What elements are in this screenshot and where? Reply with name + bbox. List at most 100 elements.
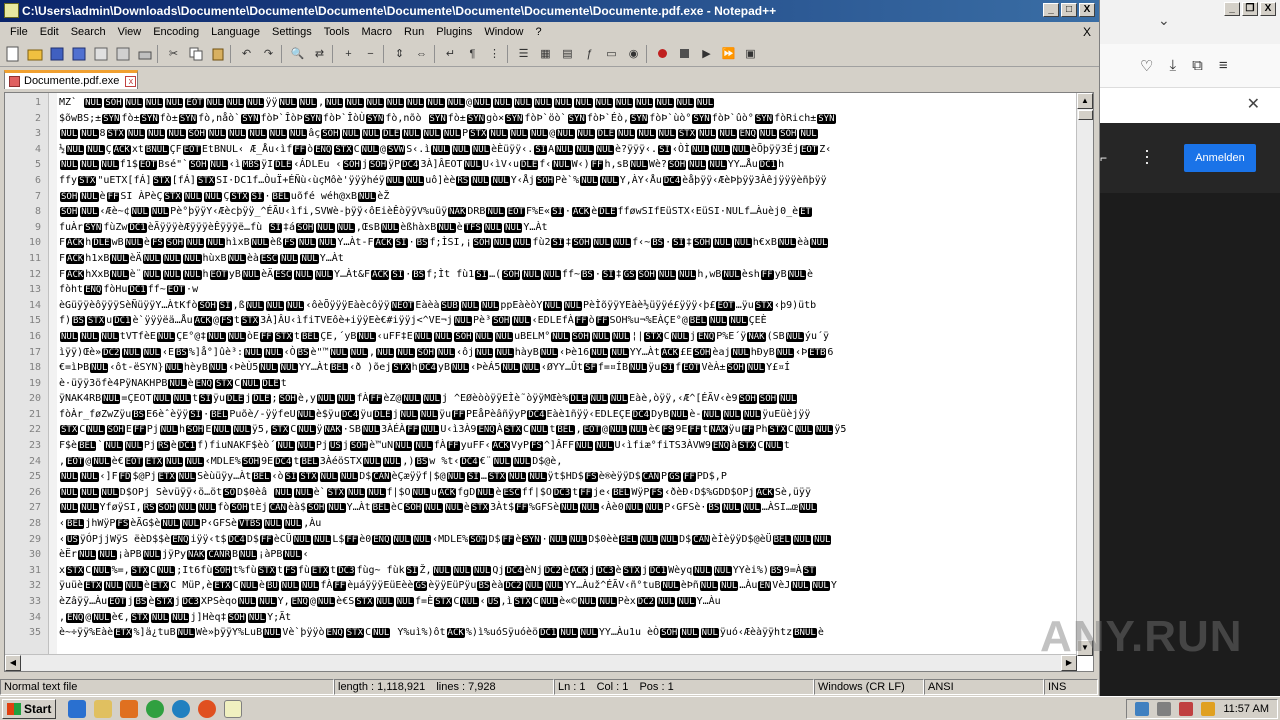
sync-vertical-icon[interactable]: ⇕ <box>390 44 409 63</box>
status-eol[interactable]: Windows (CR LF) <box>814 679 924 695</box>
monitoring-icon[interactable]: ◉ <box>624 44 643 63</box>
scroll-up-icon[interactable]: ▲ <box>1077 93 1093 109</box>
play-macro-multiple-icon[interactable]: ⏩ <box>719 44 738 63</box>
save-icon[interactable] <box>47 44 66 63</box>
download-icon[interactable]: ⤓ <box>1169 57 1176 74</box>
browser-close-button[interactable]: X <box>1260 2 1276 16</box>
vertical-scrollbar[interactable]: ▲ ▼ <box>1076 93 1093 656</box>
function-list-icon[interactable]: ƒ <box>580 44 599 63</box>
sync-horizontal-icon[interactable]: ⇔ <box>412 44 431 63</box>
edge-icon[interactable] <box>172 699 191 718</box>
editor-line[interactable]: 17 ìÿÿ)Œè» DC2 NUL NUL ‹E BS %]å°]ûè³: NUL NUL ‹Ò B… <box>5 345 1077 361</box>
editor-line[interactable]: 31 x STX C NUL %=, STX C NUL ;It6fù SOH t%fù STX t FS f… <box>5 563 1077 579</box>
menu-file[interactable]: File <box>4 26 34 38</box>
menu-macro[interactable]: Macro <box>355 26 398 38</box>
vertical-scroll-thumb[interactable] <box>1078 110 1093 120</box>
editor-line[interactable]: 10 F ACK h DLE wB NUL è FS SOH NUL NUL hìxB NUL èß FS NU… <box>5 235 1077 251</box>
network-icon[interactable] <box>1135 701 1150 716</box>
redo-icon[interactable]: ↷ <box>259 44 278 63</box>
explorer-icon[interactable] <box>94 699 113 718</box>
editor-line[interactable]: 26 NUL NUL NUL D$OPj Sèvüÿÿ‹ö…öt SO D$0èâ NUL N… <box>5 485 1077 501</box>
paste-icon[interactable] <box>208 44 227 63</box>
word-wrap-icon[interactable]: ↵ <box>441 44 460 63</box>
warning-icon[interactable] <box>1201 701 1216 716</box>
editor-line[interactable]: 35 è~÷ÿÿ%Eàè ETX %]ä¿tuB NUL Wè»þÿÿY%LuB NUL Vè… <box>5 625 1077 641</box>
stop-macro-icon[interactable] <box>675 44 694 63</box>
editor-line[interactable]: 24 , EOT @ NUL è€ EOT ETX NUL NUL ‹MDLE% SOH 9E DC4 t B… <box>5 454 1077 470</box>
editor-line[interactable]: 8 SOH NUL ‹Æè~¢ NUL NUL Pè°þÿÿY‹Æècþÿÿ_^ÉÃU‹ìf… <box>5 204 1077 220</box>
editor-line[interactable]: 30 èËr NUL NUL ¡àPB NUL jÿPy NAK CANR B NUL ¡àPB NUL… <box>5 547 1077 563</box>
status-encoding[interactable]: ANSI <box>924 679 1044 695</box>
ie-icon[interactable] <box>68 699 87 718</box>
menu-plugins[interactable]: Plugins <box>430 26 478 38</box>
editor-line[interactable]: 34 , ENQ @ NUL è€, STX NUL NUL j]Hèq‡ SOH NUL Y;Ãt <box>5 610 1077 626</box>
editor-line[interactable]: 16 NUL NUL NUL tVTfèE NUL ÇE°@‡ NUL NUL òE FF STX t B… <box>5 329 1077 345</box>
clock[interactable]: 11:57 AM <box>1223 703 1269 715</box>
editor-line[interactable]: 14 èGüÿÿèôÿÿÿSèÑüÿÿY…ÀtKfò SOH SI ‚ß NUL NUL NU… <box>5 298 1077 314</box>
editor-line[interactable]: 3 NUL NUL 8 STX NUL NUL NUL SOH NUL NUL NUL NUL NUL âç… <box>5 126 1077 142</box>
editor-line[interactable]: 7 SOH NUL è FF SI ÀPèÇ STX NUL NUL Ç STX SI · BEL uõfé… <box>5 189 1077 205</box>
menu-language[interactable]: Language <box>205 26 266 38</box>
editor-line[interactable]: 25 NUL NUL ‹]F FD $@Pj ETX NUL Sèùüÿy…Àt BEL ‹ò SI S… <box>5 469 1077 485</box>
editor-line[interactable]: 9 fuÀr SYN fùZw DC1 èÃÿÿÿèÆÿÿÿèÊÿÿÿë…fù SI ‡á S… <box>5 220 1077 236</box>
indent-guide-icon[interactable]: ⋮ <box>485 44 504 63</box>
record-macro-icon[interactable] <box>653 44 672 63</box>
notepadpp-taskbar-icon[interactable] <box>224 699 243 718</box>
tab-documente-pdf-exe[interactable]: Documente.pdf.exe x <box>4 70 138 89</box>
editor-area[interactable]: 1 MZ` NUL SOH NUL NUL NUL EOT NUL NUL NUL ÿÿ NUL NUL… <box>4 92 1094 672</box>
editor-line[interactable]: 19 è·üÿÿ3öfè4PÿNAKHPB NUL è ENQ STX C NUL DLE t <box>5 376 1077 392</box>
editor-line[interactable]: 33 èZâÿÿ…Àu EOT j BS è STX j DC3 XPSèqo NUL NUL Y, EN… <box>5 594 1077 610</box>
editor-line[interactable]: 20 ÿNAK4RB NUL =ÇEOT NUL NUL t SI ÿu DLE j DLE; SOH è… <box>5 391 1077 407</box>
editor-line[interactable]: 15 f) BS STX u DC1 è`ÿÿÿëä…Åu ACK @ FS t STX 3À]ÂU‹ì… <box>5 313 1077 329</box>
play-macro-icon[interactable]: ▶ <box>697 44 716 63</box>
scroll-left-icon[interactable]: ◀ <box>5 655 21 671</box>
browser-restore-button[interactable]: ❐ <box>1242 2 1258 16</box>
show-all-chars-icon[interactable]: ¶ <box>463 44 482 63</box>
editor-line[interactable]: 22 STX C NUL SOH E FF Pj NUL h SOH E NUL NUL ÿ5, STX C NU… <box>5 422 1077 438</box>
print-icon[interactable] <box>135 44 154 63</box>
editor-line[interactable]: 18 €=ìÞB NUL ‹ôt-ëSYN} NUL hèyB NUL ‹ÞèÙ5 NUL NUL… <box>5 360 1077 376</box>
signin-button[interactable]: Anmelden <box>1184 144 1256 172</box>
menu-tools[interactable]: Tools <box>318 26 356 38</box>
maximize-button[interactable]: □ <box>1061 3 1077 17</box>
editor-line[interactable]: 4 ½ NUL NUL Ç ACK xt BNUL ÇF EOT EtBNUL‹ Æ_Åu‹ìf FF… <box>5 142 1077 158</box>
close-all-icon[interactable] <box>113 44 132 63</box>
more-options-icon[interactable]: · · · <box>1144 141 1150 171</box>
horizontal-scrollbar[interactable]: ◀ ▶ <box>5 654 1077 671</box>
editor-line[interactable]: 12 F ACK hXxB NUL è¨ NUL NUL NUL h EOT yB NUL èÄ ESC NU… <box>5 267 1077 283</box>
user-lang-icon[interactable]: ☰ <box>514 44 533 63</box>
firefox-icon[interactable] <box>198 699 217 718</box>
tab-close-icon[interactable]: x <box>125 75 137 87</box>
editor-line[interactable]: 27 NUL NUL YføÿSI, RS SOH NUL NUL fò SOH tEj CAN èà$… <box>5 500 1077 516</box>
find-icon[interactable]: 🔍 <box>288 44 307 63</box>
doc-map-icon[interactable]: ▦ <box>536 44 555 63</box>
menu-help[interactable]: ? <box>529 26 547 38</box>
menu-view[interactable]: View <box>112 26 148 38</box>
editor-line[interactable]: 2 $õwBS;± SYN fò± SYN fò± SYN fò,nåò` SYN fòÞ`ÎòÞ… <box>5 111 1077 127</box>
menu-run[interactable]: Run <box>398 26 430 38</box>
zoom-in-icon[interactable]: + <box>339 44 358 63</box>
new-file-icon[interactable] <box>3 44 22 63</box>
volume-icon[interactable] <box>1157 701 1172 716</box>
menu-settings[interactable]: Settings <box>266 26 318 38</box>
close-button[interactable]: X <box>1079 3 1095 17</box>
save-macro-icon[interactable]: ▣ <box>741 44 760 63</box>
start-button[interactable]: Start <box>2 698 57 719</box>
undo-icon[interactable]: ↶ <box>237 44 256 63</box>
editor-line[interactable]: 29 ‹ US ÿÓPjjWÿS ëèD$$è ENQ iÿÿ‹t$ DC4 D$ FF èCÜ N… <box>5 532 1077 548</box>
doc-list-icon[interactable]: ▤ <box>558 44 577 63</box>
media-player-icon[interactable] <box>120 699 139 718</box>
minimize-button[interactable]: _ <box>1043 3 1059 17</box>
menu-edit[interactable]: Edit <box>34 26 65 38</box>
cut-icon[interactable]: ✂ <box>164 44 183 63</box>
editor-line[interactable]: 28 ‹ BEL jhWÿP FS èÃG$è NUL NUL P‹GFSè VTBS NUL NUL… <box>5 516 1077 532</box>
chrome-icon[interactable] <box>146 699 165 718</box>
editor-line[interactable]: 5 NUL NUL NUL f1$ EOT Bsé"` SOH NUL ‹ì MBS ÿI DLE ‹ÁD… <box>5 157 1077 173</box>
save-all-icon[interactable] <box>69 44 88 63</box>
close-file-icon[interactable] <box>91 44 110 63</box>
menu-encoding[interactable]: Encoding <box>147 26 205 38</box>
copy-icon[interactable] <box>186 44 205 63</box>
menu-window[interactable]: Window <box>478 26 529 38</box>
editor-line[interactable]: 23 F$è BEL ` NUL NUL Pj RS è DC1 f)fiuNAKF$èò´ NUL N… <box>5 438 1077 454</box>
menu-icon[interactable]: ≡ <box>1219 57 1228 74</box>
